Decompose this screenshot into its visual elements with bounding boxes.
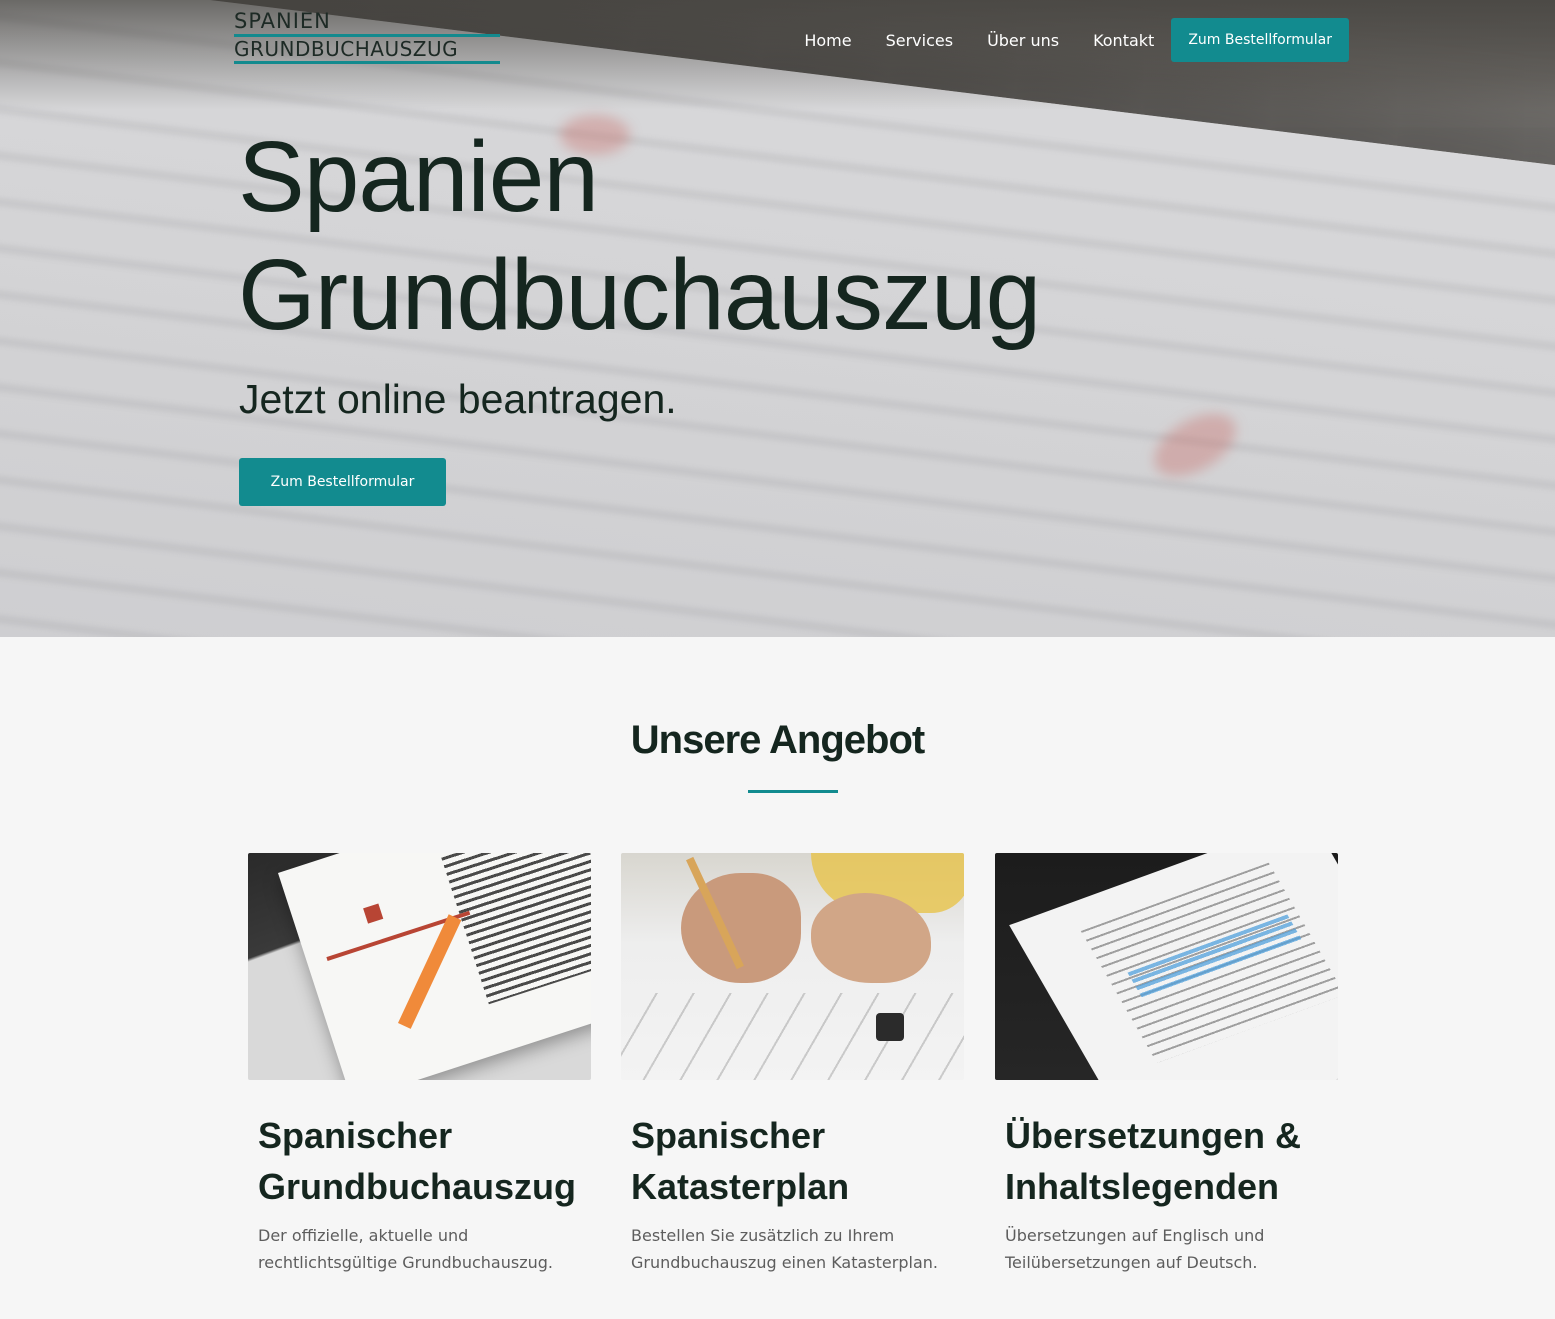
main-navigation: Home Services Über uns Kontakt Zum Beste… (770, 18, 1349, 62)
offer-card-description-line1: Der offizielle, aktuelle und (258, 1226, 469, 1245)
document-text-block (436, 853, 591, 1005)
sketch-lines (621, 993, 964, 1080)
drafting-tool-icon (876, 1013, 904, 1041)
hero-heading-line2: Grundbuchauszug (238, 239, 1041, 351)
offers-heading-divider (748, 790, 838, 793)
offer-card-title-line1: Spanischer (258, 1115, 453, 1156)
nav-link-home[interactable]: Home (804, 31, 851, 50)
offer-card-description-line2: Grundbuchauszug einen Katasterplan. (631, 1253, 938, 1272)
offer-card-grundbuchauszug[interactable]: Spanischer Grundbuchauszug Der offiziell… (248, 853, 591, 1276)
nav-order-form-button[interactable]: Zum Bestellformular (1171, 18, 1349, 62)
offer-card-title-line2: Katasterplan (631, 1166, 850, 1207)
offer-card-title: Spanischer Grundbuchauszug (258, 1110, 591, 1212)
offer-image-drawing-hands (621, 853, 964, 1080)
offers-heading: Unsere Angebot (630, 718, 925, 762)
logo-text-spanien: SPANIEN (234, 9, 331, 33)
offer-card-description-line2: Teilübersetzungen auf Deutsch. (1005, 1253, 1258, 1272)
registradores-logo (363, 903, 384, 924)
hero-section: SPANIEN GRUNDBUCHAUSZUG Home Services Üb… (0, 0, 1555, 637)
offer-card-description-line1: Bestellen Sie zusätzlich zu Ihrem (631, 1226, 895, 1245)
offer-card-title-line1: Spanischer (631, 1115, 826, 1156)
offer-card-title: Übersetzungen & Inhaltslegenden (1005, 1110, 1338, 1212)
offer-card-description: Bestellen Sie zusätzlich zu Ihrem Grundb… (631, 1222, 964, 1276)
site-logo[interactable]: SPANIEN GRUNDBUCHAUSZUG (234, 10, 502, 64)
hero-heading: Spanien Grundbuchauszug (238, 118, 1041, 354)
hero-order-form-button[interactable]: Zum Bestellformular (239, 458, 446, 506)
offer-card-title-line2: Grundbuchauszug (258, 1166, 576, 1207)
nav-link-kontakt[interactable]: Kontakt (1093, 31, 1154, 50)
offer-card-title-line1: Übersetzungen & (1005, 1115, 1302, 1156)
hero-subtitle: Jetzt online beantragen. (239, 376, 677, 422)
logo-rule-bottom (234, 61, 500, 64)
offer-card-title-line2: Inhaltslegenden (1005, 1166, 1280, 1207)
offer-card-description: Übersetzungen auf Englisch und Teilübers… (1005, 1222, 1338, 1276)
offer-card-description-line2: rechtlichtsgültige Grundbuchauszug. (258, 1253, 553, 1272)
offer-image-document (248, 853, 591, 1080)
document-sheet (1009, 853, 1338, 1080)
offer-image-translation-document (995, 853, 1338, 1080)
hero-heading-line1: Spanien (238, 121, 599, 233)
offer-card-katasterplan[interactable]: Spanischer Katasterplan Bestellen Sie zu… (621, 853, 964, 1276)
offer-card-description: Der offizielle, aktuelle und rechtlichts… (258, 1222, 591, 1276)
nav-link-ueber-uns[interactable]: Über uns (987, 31, 1059, 50)
nav-link-services[interactable]: Services (886, 31, 953, 50)
offer-card-title: Spanischer Katasterplan (631, 1110, 964, 1212)
logo-text-grundbuchauszug: GRUNDBUCHAUSZUG (234, 37, 459, 61)
offer-card-uebersetzungen[interactable]: Übersetzungen & Inhaltslegenden Übersetz… (995, 853, 1338, 1276)
offer-card-description-line1: Übersetzungen auf Englisch und (1005, 1226, 1265, 1245)
